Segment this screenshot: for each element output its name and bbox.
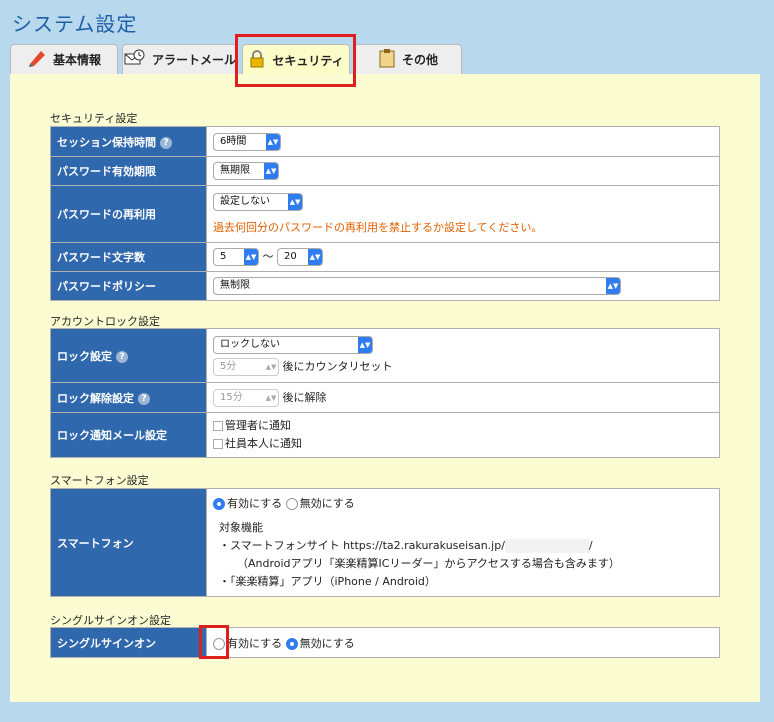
pw-reuse-note: 過去何回分のパスワードの再利用を禁止するか設定してください。 <box>213 221 543 234</box>
pw-policy-select[interactable]: 無制限 ▲▼ <box>213 277 621 295</box>
lock-setting-select[interactable]: ロックしない ▲▼ <box>213 335 373 354</box>
lock-reset-suffix: 後にカウンタリセット <box>282 359 393 373</box>
row-pw-length: パスワード文字数 5 ▲▼ 〜 20 ▲▼ <box>50 242 720 272</box>
feature-app: ・「楽楽精算」アプリ（iPhone / Android） <box>219 574 436 588</box>
chevron-updown-icon: ▲▼ <box>288 194 302 210</box>
row-lock-notify: ロック通知メール設定 管理者に通知 社員本人に通知 <box>50 412 720 458</box>
row-sso: シングルサインオン 有効にする 無効にする <box>50 627 720 658</box>
page-title: システム設定 <box>12 12 138 36</box>
chevron-updown-icon: ▲▼ <box>264 163 278 179</box>
pw-reuse-label: パスワードの再利用 <box>50 185 207 243</box>
chevron-updown-icon: ▲▼ <box>358 336 372 353</box>
sso-disable-radio[interactable] <box>285 637 298 650</box>
chevron-updown-icon: ▲▼ <box>266 133 280 150</box>
notify-admin-checkbox[interactable] <box>213 421 223 431</box>
chevron-updown-icon: ▲▼ <box>265 393 277 402</box>
tab-label: その他 <box>401 53 438 67</box>
lock-table: ロック設定? ロックしない ▲▼ 5分 ▲▼ 後にカウンタリセット ロック解除設定?… <box>50 328 720 458</box>
lock-release-label: ロック解除設定? <box>50 382 207 413</box>
section-title-smartphone: スマートフォン設定 <box>50 474 149 487</box>
chevron-updown-icon: ▲▼ <box>308 249 322 265</box>
smartphone-label: スマートフォン <box>50 488 207 597</box>
lock-release-select[interactable]: 15分 ▲▼ <box>213 388 279 407</box>
lock-setting-label: ロック設定? <box>50 328 207 383</box>
pencil-icon <box>27 49 47 70</box>
pw-policy-label: パスワードポリシー <box>50 271 207 301</box>
section-title-lock: アカウントロック設定 <box>50 315 160 328</box>
row-pw-expiry: パスワード有効期限 無期限 ▲▼ <box>50 156 720 186</box>
notify-self-option[interactable]: 社員本人に通知 <box>213 435 719 453</box>
tab-other[interactable]: その他 <box>354 44 462 74</box>
smartphone-enable-radio[interactable] <box>213 497 225 510</box>
row-session: セッション保持時間? 6時間 ▲▼ <box>50 126 720 157</box>
section-title-sso: シングルサインオン設定 <box>50 614 171 627</box>
section-title-security: セキュリティ設定 <box>50 112 138 125</box>
chevron-updown-icon: ▲▼ <box>265 362 277 371</box>
tab-basic-info[interactable]: 基本情報 <box>10 44 118 74</box>
row-smartphone: スマートフォン 有効にする 無効にする 対象機能 ・スマートフォンサイト htt… <box>50 488 720 597</box>
row-pw-reuse: パスワードの再利用 設定しない ▲▼ 過去何回分のパスワードの再利用を禁止するか設… <box>50 185 720 243</box>
sso-enable-highlight <box>199 625 229 659</box>
lock-reset-select[interactable]: 5分 ▲▼ <box>213 357 279 376</box>
lock-release-suffix: 後に解除 <box>282 390 327 404</box>
notify-admin-option[interactable]: 管理者に通知 <box>213 417 719 435</box>
tab-label: 基本情報 <box>52 53 101 67</box>
range-separator: 〜 <box>262 250 274 263</box>
help-icon[interactable]: ? <box>138 392 150 405</box>
row-lock-setting: ロック設定? ロックしない ▲▼ 5分 ▲▼ 後にカウンタリセット <box>50 328 720 383</box>
redacted-area <box>504 538 589 553</box>
pw-reuse-select[interactable]: 設定しない ▲▼ <box>213 193 303 211</box>
chevron-updown-icon: ▲▼ <box>244 249 258 265</box>
sso-label: シングルサインオン <box>50 627 207 658</box>
smartphone-disable-radio[interactable] <box>285 497 298 510</box>
pw-expiry-select[interactable]: 無期限 ▲▼ <box>213 162 279 180</box>
chevron-updown-icon: ▲▼ <box>606 278 620 294</box>
help-icon[interactable]: ? <box>160 136 172 149</box>
pw-length-min-select[interactable]: 5 ▲▼ <box>213 248 259 266</box>
tab-label: アラートメール <box>151 53 236 67</box>
session-label: セッション保持時間? <box>50 126 207 157</box>
row-pw-policy: パスワードポリシー 無制限 ▲▼ <box>50 271 720 301</box>
row-lock-release: ロック解除設定? 15分 ▲▼ 後に解除 <box>50 382 720 413</box>
features-title: 対象機能 <box>219 520 263 534</box>
pw-expiry-label: パスワード有効期限 <box>50 156 207 186</box>
clipboard-icon <box>378 48 396 71</box>
pw-length-max-select[interactable]: 20 ▲▼ <box>277 248 323 266</box>
tab-alert-mail[interactable]: アラートメール <box>122 44 238 74</box>
mail-clock-icon <box>124 49 146 70</box>
feature-smartphone-site: ・スマートフォンサイト https://ta2.rakurakuseisan.j… <box>219 538 593 553</box>
pw-length-label: パスワード文字数 <box>50 242 207 272</box>
feature-android-note: （Androidアプリ「楽楽精算ICリーダー」からアクセスする場合も含みます） <box>237 556 620 570</box>
session-select[interactable]: 6時間 ▲▼ <box>213 132 281 151</box>
notify-self-checkbox[interactable] <box>213 439 223 449</box>
smartphone-table: スマートフォン 有効にする 無効にする 対象機能 ・スマートフォンサイト htt… <box>50 488 720 597</box>
lock-notify-label: ロック通知メール設定 <box>50 412 207 458</box>
security-table: セッション保持時間? 6時間 ▲▼ パスワード有効期限 無期限 ▲▼ パスワードの再… <box>50 126 720 301</box>
security-tab-highlight <box>235 34 356 87</box>
sso-table: シングルサインオン 有効にする 無効にする <box>50 627 720 658</box>
help-icon[interactable]: ? <box>116 350 128 363</box>
